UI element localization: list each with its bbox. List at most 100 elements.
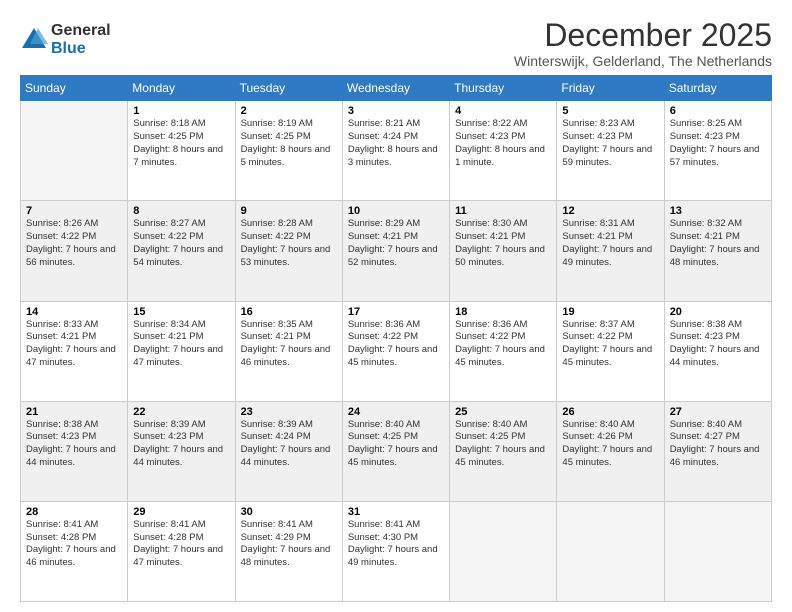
daylight-hours: Daylight: 7 hours and 56 minutes. bbox=[26, 244, 116, 268]
daylight-hours: Daylight: 7 hours and 45 minutes. bbox=[455, 344, 545, 368]
sunrise: Sunrise: 8:23 AM bbox=[562, 118, 634, 129]
daylight-hours: Daylight: 7 hours and 46 minutes. bbox=[670, 444, 760, 468]
sunrise: Sunrise: 8:31 AM bbox=[562, 218, 634, 229]
sunset: Sunset: 4:22 PM bbox=[133, 231, 203, 242]
day-number: 29 bbox=[133, 506, 229, 518]
col-thursday: Thursday bbox=[450, 76, 557, 101]
daylight-hours: Daylight: 7 hours and 47 minutes. bbox=[133, 544, 223, 568]
sunrise: Sunrise: 8:28 AM bbox=[241, 218, 313, 229]
sunrise: Sunrise: 8:26 AM bbox=[26, 218, 98, 229]
sunrise: Sunrise: 8:39 AM bbox=[241, 419, 313, 430]
day-info: Sunrise: 8:29 AMSunset: 4:21 PMDaylight:… bbox=[348, 218, 444, 269]
title-area: December 2025 Winterswijk, Gelderland, T… bbox=[514, 18, 772, 69]
sunset: Sunset: 4:30 PM bbox=[348, 532, 418, 543]
sunset: Sunset: 4:25 PM bbox=[455, 431, 525, 442]
day-info: Sunrise: 8:37 AMSunset: 4:22 PMDaylight:… bbox=[562, 319, 658, 370]
calendar-day: 17Sunrise: 8:36 AMSunset: 4:22 PMDayligh… bbox=[342, 301, 449, 401]
calendar-day: 24Sunrise: 8:40 AMSunset: 4:25 PMDayligh… bbox=[342, 401, 449, 501]
sunset: Sunset: 4:23 PM bbox=[670, 331, 740, 342]
header-row: Sunday Monday Tuesday Wednesday Thursday… bbox=[21, 76, 772, 101]
daylight-hours: Daylight: 7 hours and 44 minutes. bbox=[133, 444, 223, 468]
day-info: Sunrise: 8:28 AMSunset: 4:22 PMDaylight:… bbox=[241, 218, 337, 269]
day-info: Sunrise: 8:36 AMSunset: 4:22 PMDaylight:… bbox=[348, 319, 444, 370]
calendar-day: 10Sunrise: 8:29 AMSunset: 4:21 PMDayligh… bbox=[342, 201, 449, 301]
sunrise: Sunrise: 8:41 AM bbox=[241, 519, 313, 530]
calendar-day: 13Sunrise: 8:32 AMSunset: 4:21 PMDayligh… bbox=[664, 201, 771, 301]
day-info: Sunrise: 8:33 AMSunset: 4:21 PMDaylight:… bbox=[26, 319, 122, 370]
daylight-hours: Daylight: 7 hours and 44 minutes. bbox=[26, 444, 116, 468]
daylight-hours: Daylight: 7 hours and 49 minutes. bbox=[348, 544, 438, 568]
day-number: 8 bbox=[133, 205, 229, 217]
sunset: Sunset: 4:24 PM bbox=[241, 431, 311, 442]
daylight-hours: Daylight: 8 hours and 3 minutes. bbox=[348, 144, 438, 168]
daylight-hours: Daylight: 7 hours and 50 minutes. bbox=[455, 244, 545, 268]
sunset: Sunset: 4:21 PM bbox=[348, 231, 418, 242]
sunrise: Sunrise: 8:29 AM bbox=[348, 218, 420, 229]
sunset: Sunset: 4:23 PM bbox=[670, 131, 740, 142]
daylight-hours: Daylight: 7 hours and 45 minutes. bbox=[348, 344, 438, 368]
daylight-hours: Daylight: 7 hours and 44 minutes. bbox=[670, 344, 760, 368]
calendar-day: 15Sunrise: 8:34 AMSunset: 4:21 PMDayligh… bbox=[128, 301, 235, 401]
day-number: 12 bbox=[562, 205, 658, 217]
daylight-hours: Daylight: 7 hours and 45 minutes. bbox=[455, 444, 545, 468]
calendar-day: 28Sunrise: 8:41 AMSunset: 4:28 PMDayligh… bbox=[21, 501, 128, 601]
calendar-day: 29Sunrise: 8:41 AMSunset: 4:28 PMDayligh… bbox=[128, 501, 235, 601]
calendar-day: 11Sunrise: 8:30 AMSunset: 4:21 PMDayligh… bbox=[450, 201, 557, 301]
sunset: Sunset: 4:23 PM bbox=[133, 431, 203, 442]
daylight-hours: Daylight: 7 hours and 45 minutes. bbox=[562, 444, 652, 468]
col-friday: Friday bbox=[557, 76, 664, 101]
sunrise: Sunrise: 8:32 AM bbox=[670, 218, 742, 229]
day-number: 18 bbox=[455, 306, 551, 318]
logo-general: General bbox=[51, 22, 111, 40]
sunset: Sunset: 4:21 PM bbox=[26, 331, 96, 342]
calendar-day: 26Sunrise: 8:40 AMSunset: 4:26 PMDayligh… bbox=[557, 401, 664, 501]
calendar-day bbox=[557, 501, 664, 601]
day-number: 21 bbox=[26, 406, 122, 418]
day-info: Sunrise: 8:39 AMSunset: 4:23 PMDaylight:… bbox=[133, 419, 229, 470]
daylight-hours: Daylight: 7 hours and 59 minutes. bbox=[562, 144, 652, 168]
calendar-week-3: 14Sunrise: 8:33 AMSunset: 4:21 PMDayligh… bbox=[21, 301, 772, 401]
logo-blue: Blue bbox=[51, 40, 111, 58]
sunset: Sunset: 4:23 PM bbox=[562, 131, 632, 142]
col-sunday: Sunday bbox=[21, 76, 128, 101]
sunset: Sunset: 4:22 PM bbox=[26, 231, 96, 242]
calendar-day: 8Sunrise: 8:27 AMSunset: 4:22 PMDaylight… bbox=[128, 201, 235, 301]
day-number: 5 bbox=[562, 105, 658, 117]
day-info: Sunrise: 8:32 AMSunset: 4:21 PMDaylight:… bbox=[670, 218, 766, 269]
sunset: Sunset: 4:21 PM bbox=[455, 231, 525, 242]
day-info: Sunrise: 8:18 AMSunset: 4:25 PMDaylight:… bbox=[133, 118, 229, 169]
sunset: Sunset: 4:22 PM bbox=[455, 331, 525, 342]
day-number: 30 bbox=[241, 506, 337, 518]
sunset: Sunset: 4:21 PM bbox=[241, 331, 311, 342]
day-number: 13 bbox=[670, 205, 766, 217]
day-info: Sunrise: 8:41 AMSunset: 4:28 PMDaylight:… bbox=[133, 519, 229, 570]
daylight-hours: Daylight: 7 hours and 57 minutes. bbox=[670, 144, 760, 168]
sunrise: Sunrise: 8:19 AM bbox=[241, 118, 313, 129]
sunset: Sunset: 4:21 PM bbox=[670, 231, 740, 242]
day-info: Sunrise: 8:38 AMSunset: 4:23 PMDaylight:… bbox=[26, 419, 122, 470]
sunset: Sunset: 4:29 PM bbox=[241, 532, 311, 543]
daylight-hours: Daylight: 7 hours and 47 minutes. bbox=[133, 344, 223, 368]
calendar-day: 1Sunrise: 8:18 AMSunset: 4:25 PMDaylight… bbox=[128, 101, 235, 201]
day-number: 25 bbox=[455, 406, 551, 418]
col-tuesday: Tuesday bbox=[235, 76, 342, 101]
sunrise: Sunrise: 8:38 AM bbox=[670, 319, 742, 330]
sunset: Sunset: 4:23 PM bbox=[455, 131, 525, 142]
sunrise: Sunrise: 8:40 AM bbox=[455, 419, 527, 430]
day-info: Sunrise: 8:30 AMSunset: 4:21 PMDaylight:… bbox=[455, 218, 551, 269]
calendar-day: 22Sunrise: 8:39 AMSunset: 4:23 PMDayligh… bbox=[128, 401, 235, 501]
daylight-hours: Daylight: 8 hours and 7 minutes. bbox=[133, 144, 223, 168]
sunrise: Sunrise: 8:34 AM bbox=[133, 319, 205, 330]
calendar-day: 4Sunrise: 8:22 AMSunset: 4:23 PMDaylight… bbox=[450, 101, 557, 201]
day-info: Sunrise: 8:21 AMSunset: 4:24 PMDaylight:… bbox=[348, 118, 444, 169]
day-number: 22 bbox=[133, 406, 229, 418]
logo-icon bbox=[20, 26, 48, 54]
calendar-day: 12Sunrise: 8:31 AMSunset: 4:21 PMDayligh… bbox=[557, 201, 664, 301]
calendar-day: 30Sunrise: 8:41 AMSunset: 4:29 PMDayligh… bbox=[235, 501, 342, 601]
sunrise: Sunrise: 8:41 AM bbox=[133, 519, 205, 530]
calendar: Sunday Monday Tuesday Wednesday Thursday… bbox=[20, 75, 772, 602]
day-number: 23 bbox=[241, 406, 337, 418]
day-info: Sunrise: 8:25 AMSunset: 4:23 PMDaylight:… bbox=[670, 118, 766, 169]
day-info: Sunrise: 8:36 AMSunset: 4:22 PMDaylight:… bbox=[455, 319, 551, 370]
day-number: 31 bbox=[348, 506, 444, 518]
